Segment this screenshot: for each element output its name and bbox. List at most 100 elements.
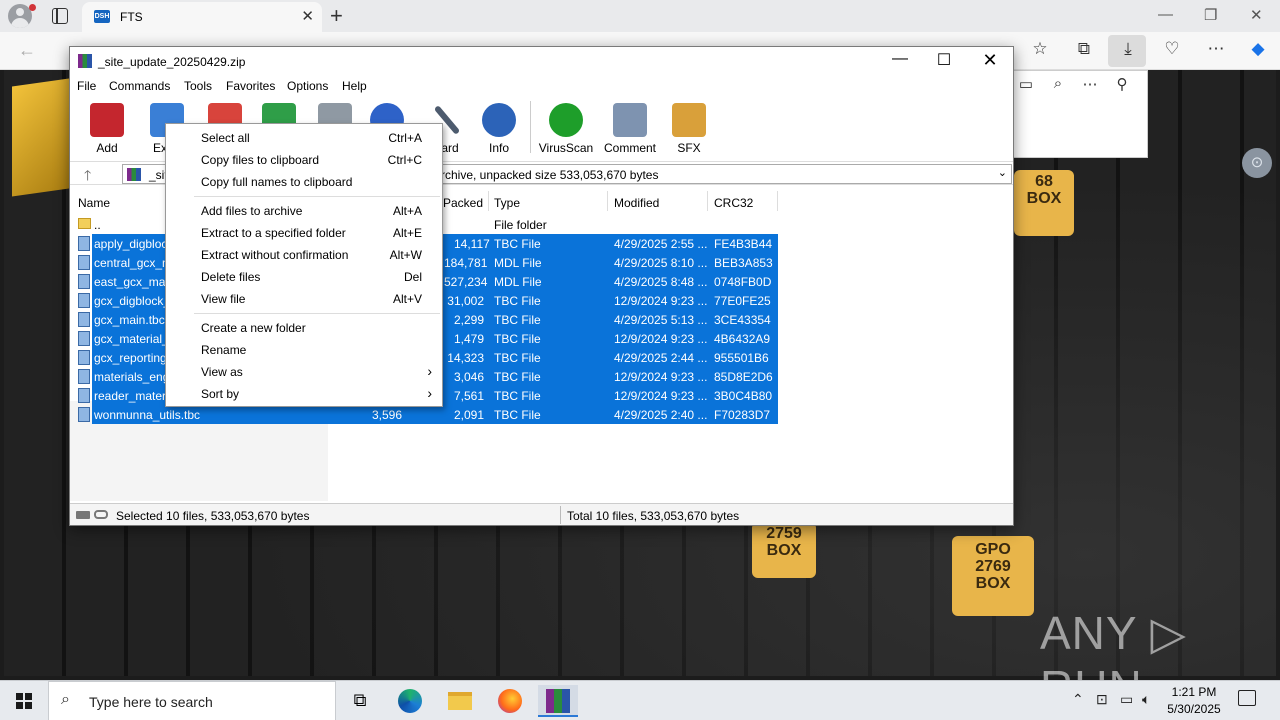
status-total: Total 10 files, 533,053,670 bytes (567, 509, 740, 523)
file-crc: 3B0C4B80 (714, 389, 773, 403)
menu-item-copy-full-names[interactable]: Copy full names to clipboard (166, 170, 442, 192)
search-icon[interactable]: ⌕ (1047, 75, 1069, 92)
comment-button[interactable]: Comment (600, 101, 660, 155)
pin-icon[interactable]: ⚲ (1111, 75, 1133, 93)
column-type[interactable]: Type (494, 196, 520, 210)
tab-actions-icon[interactable] (52, 8, 68, 24)
file-type: TBC File (494, 313, 541, 327)
tool-label: Add (96, 141, 118, 155)
edge-browser-icon[interactable] (390, 685, 430, 717)
path-info: rchive, unpacked size 533,053,670 bytes (441, 168, 659, 182)
menu-item-add-files[interactable]: Add files to archive Alt+A (166, 199, 442, 221)
collections-icon[interactable]: ⧉ (1072, 39, 1096, 59)
window-titlebar[interactable]: _site_update_20250429.zip — ☐ ✕ (70, 47, 1013, 75)
file-type: TBC File (494, 332, 541, 346)
context-menu: Select all Ctrl+A Copy files to clipboard… (165, 123, 443, 407)
menu-help[interactable]: Help (342, 79, 367, 93)
close-button[interactable]: ✕ (970, 50, 1010, 72)
key-icon[interactable] (94, 510, 108, 519)
add-button[interactable]: Add (78, 101, 136, 155)
status-divider (560, 506, 561, 524)
notification-icon[interactable] (1238, 690, 1256, 706)
menu-item-select-all[interactable]: Select all Ctrl+A (166, 126, 442, 148)
sfx-icon (672, 103, 706, 137)
chevron-up-icon[interactable]: ⌃ (1072, 691, 1084, 708)
close-tab-icon[interactable]: ✕ (301, 7, 314, 25)
device-icon[interactable]: ⊡ (1096, 691, 1108, 708)
back-arrow-icon[interactable]: ← (18, 40, 36, 61)
more-menu-icon[interactable]: ⋯ (1204, 39, 1228, 59)
more-menu-icon[interactable]: ⋯ (1079, 75, 1101, 93)
menu-item-extract-without-confirmation[interactable]: Extract without confirmation Alt+W (166, 243, 442, 265)
close-icon[interactable]: ✕ (1250, 6, 1263, 24)
folder-icon (78, 218, 91, 229)
info-button[interactable]: Info (470, 101, 528, 155)
volume-icon[interactable]: 🔈︎ (1142, 691, 1150, 708)
menu-item-label: View as (201, 365, 243, 379)
minimize-icon[interactable]: — (1158, 6, 1173, 23)
file-crc: 85D8E2D6 (714, 370, 773, 384)
file-name: gcx_material_ (94, 332, 169, 346)
file-name: central_gcx_m (94, 256, 173, 270)
status-bar: Selected 10 files, 533,053,670 bytes Tot… (70, 503, 1013, 525)
sfx-button[interactable]: SFX (660, 101, 718, 155)
system-clock[interactable]: 1:21 PM 5/30/2025 (1160, 684, 1228, 718)
table-row[interactable]: wonmunna_utils.tbc 3,596 2,091 TBC File 4/29… (78, 405, 778, 424)
tool-label: SFX (677, 141, 701, 155)
file-icon (78, 255, 90, 270)
folder-icon[interactable]: ▭ (1015, 75, 1037, 93)
menu-item-delete-files[interactable]: Delete files Del (166, 265, 442, 287)
column-name[interactable]: Name (78, 196, 110, 210)
download-icon[interactable]: ⤓ (1116, 39, 1140, 59)
search-placeholder: Type here to search (89, 694, 213, 710)
menu-tools[interactable]: Tools (184, 79, 212, 93)
menu-file[interactable]: File (77, 79, 96, 93)
menu-options[interactable]: Options (287, 79, 328, 93)
box-label-text: 68 BOX (1026, 173, 1062, 207)
file-explorer-icon[interactable] (440, 685, 480, 717)
file-name: reader_materi (94, 389, 169, 403)
new-tab-button[interactable]: + (330, 3, 343, 29)
windows-start-icon[interactable] (16, 693, 32, 709)
menu-item-sort-by[interactable]: Sort by › (166, 382, 442, 404)
column-modified[interactable]: Modified (614, 196, 659, 210)
maximize-button[interactable]: ☐ (924, 50, 964, 72)
minimize-button[interactable]: — (880, 50, 920, 72)
browser-tab[interactable]: DSH FTS ✕ (82, 2, 322, 32)
task-view-icon[interactable]: ⧉ (340, 685, 380, 717)
chevron-down-icon[interactable]: ⌄ (998, 166, 1007, 179)
performance-icon[interactable]: ♡ (1160, 39, 1184, 59)
menu-favorites[interactable]: Favorites (226, 79, 275, 93)
file-crc: FE4B3B44 (714, 237, 773, 251)
file-type: TBC File (494, 294, 541, 308)
menu-item-rename[interactable]: Rename (166, 338, 442, 360)
copilot-icon[interactable]: ◆ (1246, 39, 1270, 59)
restore-icon[interactable]: ❐ (1204, 6, 1217, 24)
menu-item-shortcut: Ctrl+A (388, 131, 422, 145)
taskbar-search[interactable]: ⌕ Type here to search (48, 681, 336, 720)
virusscan-button[interactable]: VirusScan (536, 101, 596, 155)
column-crc[interactable]: CRC32 (714, 196, 753, 210)
file-packed: 184,781 (444, 256, 488, 270)
firefox-icon[interactable] (490, 685, 530, 717)
file-crc: 4B6432A9 (714, 332, 771, 346)
menu-item-view-file[interactable]: View file Alt+V (166, 287, 442, 309)
menu-item-extract-to[interactable]: Extract to a specified folder Alt+E (166, 221, 442, 243)
menu-commands[interactable]: Commands (109, 79, 170, 93)
up-folder-icon[interactable]: 🡑 (84, 165, 91, 189)
menu-item-view-as[interactable]: View as › (166, 360, 442, 382)
file-icon (78, 407, 90, 422)
file-modified: 12/9/2024 9:23 ... (614, 370, 708, 384)
file-packed: 2,091 (453, 408, 484, 422)
file-packed: 1,479 (453, 332, 484, 346)
column-packed[interactable]: Packed (443, 196, 483, 210)
box-label: 2759 BOX (752, 522, 816, 578)
search-icon: ⌕ (61, 691, 70, 708)
favorites-star-icon[interactable]: ☆ (1028, 39, 1052, 59)
drive-icon[interactable] (76, 511, 90, 519)
network-icon[interactable]: ▭ (1120, 691, 1133, 708)
menu-item-create-folder[interactable]: Create a new folder (166, 316, 442, 338)
winrar-taskbar-icon[interactable] (538, 685, 578, 717)
file-packed: 31,002 (447, 294, 484, 308)
menu-item-copy-files[interactable]: Copy files to clipboard Ctrl+C (166, 148, 442, 170)
